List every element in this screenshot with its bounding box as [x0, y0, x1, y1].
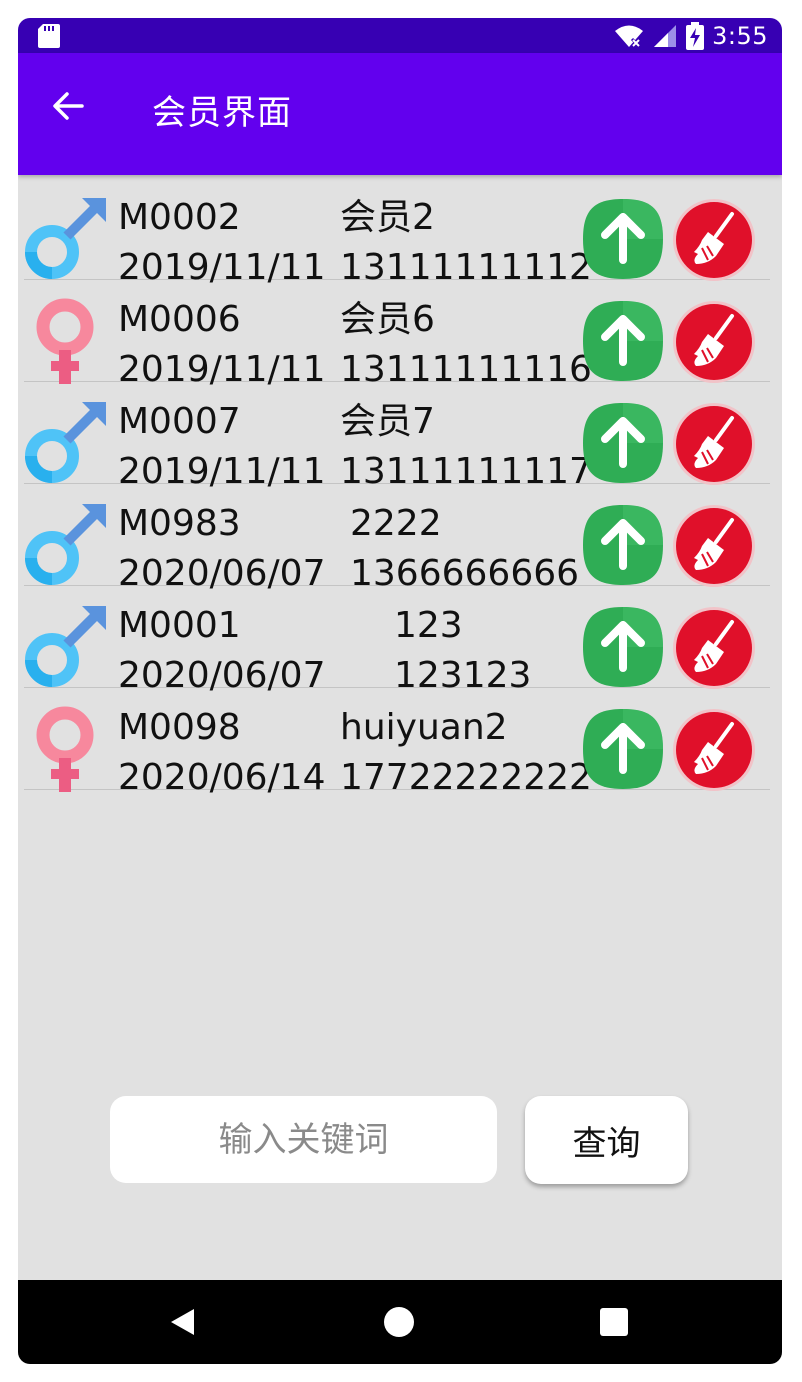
delete-button[interactable]	[672, 300, 756, 384]
female-symbol-icon	[36, 298, 94, 384]
search-button[interactable]: 查询	[525, 1096, 688, 1184]
member-list: M0002 2019/11/11 会员2 13111111112 M0006 2019/…	[24, 178, 770, 798]
member-row[interactable]: M0098 2020/06/14 huiyuan2 17722222222	[24, 688, 770, 798]
update-button[interactable]	[582, 300, 664, 382]
member-code: M0006	[118, 299, 241, 340]
member-row[interactable]: M0006 2019/11/11 会员6 13111111116	[24, 280, 770, 390]
update-button[interactable]	[582, 402, 664, 484]
member-row[interactable]: M0002 2019/11/11 会员2 13111111112	[24, 178, 770, 288]
app-bar: 会员界面	[18, 53, 782, 175]
member-code: M0098	[118, 707, 241, 748]
status-bar: 3:55	[18, 18, 782, 53]
page-title: 会员界面	[152, 93, 292, 133]
male-symbol-icon	[25, 402, 106, 483]
nav-back-button[interactable]	[143, 1280, 223, 1364]
member-row[interactable]: M0001 2020/06/07 123 123123	[24, 586, 770, 696]
delete-button[interactable]	[672, 198, 756, 282]
member-row[interactable]: M0983 2020/06/07 2222 1366666666	[24, 484, 770, 594]
member-code: M0007	[118, 401, 241, 442]
member-code: M0983	[118, 503, 241, 544]
update-button[interactable]	[582, 606, 664, 688]
sd-card-icon	[38, 24, 60, 48]
member-name: 会员2	[340, 197, 435, 238]
update-button[interactable]	[582, 198, 664, 280]
male-symbol-icon	[25, 606, 106, 687]
female-symbol-icon	[36, 706, 94, 792]
member-code: M0002	[118, 197, 241, 238]
nav-recents-button[interactable]	[574, 1280, 654, 1364]
member-name: 会员6	[340, 299, 435, 340]
wifi-icon	[615, 25, 644, 49]
circle-home-icon	[384, 1307, 414, 1337]
member-date: 2020/06/14	[118, 757, 326, 798]
member-code: M0001	[118, 605, 241, 646]
triangle-back-icon	[171, 1309, 194, 1335]
update-button[interactable]	[582, 504, 664, 586]
navigation-bar	[18, 1280, 782, 1364]
member-name: huiyuan2	[340, 707, 508, 748]
status-icons: 3:55	[614, 21, 768, 51]
cell-signal-icon	[654, 25, 677, 47]
delete-button[interactable]	[672, 402, 756, 486]
member-phone: 17722222222	[340, 757, 592, 798]
phone-screen: 3:55 会员界面 M0002 2019/11/11 会员2 13111111112 …	[18, 18, 782, 1364]
search-input[interactable]	[110, 1096, 497, 1183]
square-recents-icon	[600, 1308, 628, 1336]
update-button[interactable]	[582, 708, 664, 790]
delete-button[interactable]	[672, 504, 756, 588]
battery-charging-icon	[686, 22, 705, 50]
member-name: 2222	[350, 503, 442, 544]
member-name: 会员7	[340, 401, 435, 442]
clock: 3:55	[712, 22, 768, 50]
back-arrow-icon[interactable]	[50, 88, 86, 124]
delete-button[interactable]	[672, 606, 756, 690]
delete-button[interactable]	[672, 708, 756, 792]
nav-home-button[interactable]	[359, 1280, 439, 1364]
male-symbol-icon	[25, 504, 106, 585]
member-name: 123	[394, 605, 463, 646]
member-row[interactable]: M0007 2019/11/11 会员7 13111111117	[24, 382, 770, 492]
male-symbol-icon	[25, 198, 106, 279]
